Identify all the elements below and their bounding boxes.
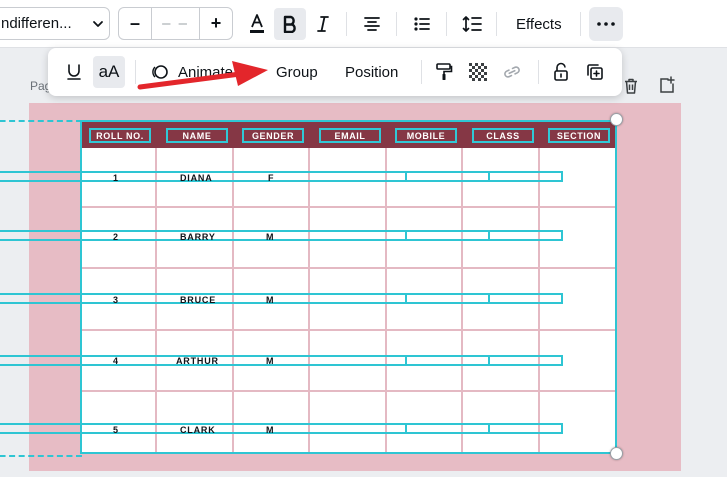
underline-icon: [67, 64, 81, 80]
increase-font-size-button[interactable]: +: [200, 8, 232, 39]
row-selection-box[interactable]: [405, 423, 490, 434]
toolbar-divider: [580, 12, 581, 36]
roll-number-cell: 2: [113, 231, 119, 242]
toolbar-divider: [538, 60, 539, 84]
spacing-button[interactable]: [456, 8, 488, 40]
toolbar-divider: [446, 12, 447, 36]
link-button[interactable]: [496, 56, 528, 88]
column-header[interactable]: GENDER: [242, 128, 304, 143]
delete-page-button[interactable]: [622, 77, 640, 95]
italic-icon: [317, 16, 329, 32]
column-header[interactable]: EMAIL: [319, 128, 381, 143]
row-selection-box[interactable]: [488, 171, 563, 182]
position-button[interactable]: Position: [345, 56, 398, 88]
decrease-font-size-button[interactable]: –: [119, 8, 151, 39]
copy-style-button[interactable]: [428, 56, 460, 88]
row-divider: [82, 267, 615, 269]
add-page-button[interactable]: [658, 76, 676, 94]
font-family-value: ndifferen...: [1, 15, 72, 32]
floating-toolbar: aA Animate Group Position: [48, 48, 622, 96]
table-header-row: ROLL NO. NAME GENDER EMAIL MOBILE CLASS …: [82, 122, 615, 148]
toolbar-divider: [496, 12, 497, 36]
roll-number-cell: 3: [113, 294, 119, 305]
animate-icon: [152, 65, 168, 79]
gender-cell: M: [266, 355, 275, 366]
column-header[interactable]: SECTION: [548, 128, 610, 143]
row-selection-box[interactable]: [405, 355, 490, 366]
toolbar-divider: [421, 60, 422, 84]
lock-button[interactable]: [545, 56, 577, 88]
more-options-button[interactable]: [589, 7, 623, 41]
name-cell: ARTHUR: [176, 355, 219, 366]
bold-button[interactable]: [274, 8, 306, 40]
list-button[interactable]: [406, 8, 438, 40]
duplicate-icon: [587, 64, 603, 80]
bullet-list-icon: [414, 17, 430, 31]
resize-handle[interactable]: [610, 113, 623, 126]
animate-button[interactable]: Animate: [178, 56, 233, 88]
add-page-icon: [660, 76, 675, 93]
row-selection-box[interactable]: [488, 355, 563, 366]
bold-icon: [283, 15, 296, 33]
letter-case-button[interactable]: aA: [93, 56, 125, 88]
gender-cell: M: [266, 231, 275, 242]
toolbar-divider: [135, 60, 136, 84]
italic-button[interactable]: [307, 8, 339, 40]
text-align-button[interactable]: [356, 8, 388, 40]
editor-toolbar: ndifferen... – – – + Effects: [0, 0, 727, 48]
name-cell: BARRY: [180, 231, 216, 242]
gender-cell: M: [266, 424, 275, 435]
effects-button[interactable]: Effects: [504, 8, 574, 40]
more-horizontal-icon: [597, 22, 615, 26]
underline-button[interactable]: [58, 56, 90, 88]
name-cell: DIANA: [180, 172, 213, 183]
font-size-stepper: – – – +: [118, 7, 233, 40]
row-divider: [82, 390, 615, 392]
name-cell: BRUCE: [180, 294, 217, 305]
roll-number-cell: 4: [113, 355, 119, 366]
align-center-icon: [364, 17, 380, 31]
row-selection-box[interactable]: [405, 293, 490, 304]
column-header[interactable]: MOBILE: [395, 128, 457, 143]
transparency-button[interactable]: [462, 56, 494, 88]
resize-handle[interactable]: [610, 447, 623, 460]
gender-cell: F: [268, 172, 275, 183]
row-divider: [82, 206, 615, 208]
trash-icon: [625, 78, 637, 94]
font-family-dropdown[interactable]: ndifferen...: [0, 7, 110, 40]
row-divider: [82, 329, 615, 331]
text-color-icon: [250, 14, 264, 33]
column-header[interactable]: NAME: [166, 128, 228, 143]
group-button[interactable]: Group: [276, 56, 318, 88]
column-header[interactable]: ROLL NO.: [89, 128, 151, 143]
transparency-icon: [469, 63, 487, 81]
row-selection-box[interactable]: [405, 171, 490, 182]
text-color-button[interactable]: [241, 8, 273, 40]
toolbar-divider: [346, 12, 347, 36]
chevron-down-icon: [87, 13, 109, 35]
row-selection-box[interactable]: [488, 293, 563, 304]
row-selection-box[interactable]: [488, 423, 563, 434]
gender-cell: M: [266, 294, 275, 305]
animate-icon-button[interactable]: [144, 56, 176, 88]
lock-icon: [554, 62, 568, 81]
paint-roller-icon: [436, 63, 453, 80]
duplicate-button[interactable]: [579, 56, 611, 88]
roll-number-cell: 5: [113, 424, 119, 435]
link-icon: [504, 66, 520, 78]
name-cell: CLARK: [180, 424, 216, 435]
column-header[interactable]: CLASS: [472, 128, 534, 143]
row-selection-box[interactable]: [488, 230, 563, 241]
toolbar-divider: [396, 12, 397, 36]
line-spacing-icon: [462, 16, 482, 32]
row-selection-box[interactable]: [405, 230, 490, 241]
font-size-input[interactable]: – –: [151, 8, 200, 39]
roll-number-cell: 1: [113, 172, 119, 183]
